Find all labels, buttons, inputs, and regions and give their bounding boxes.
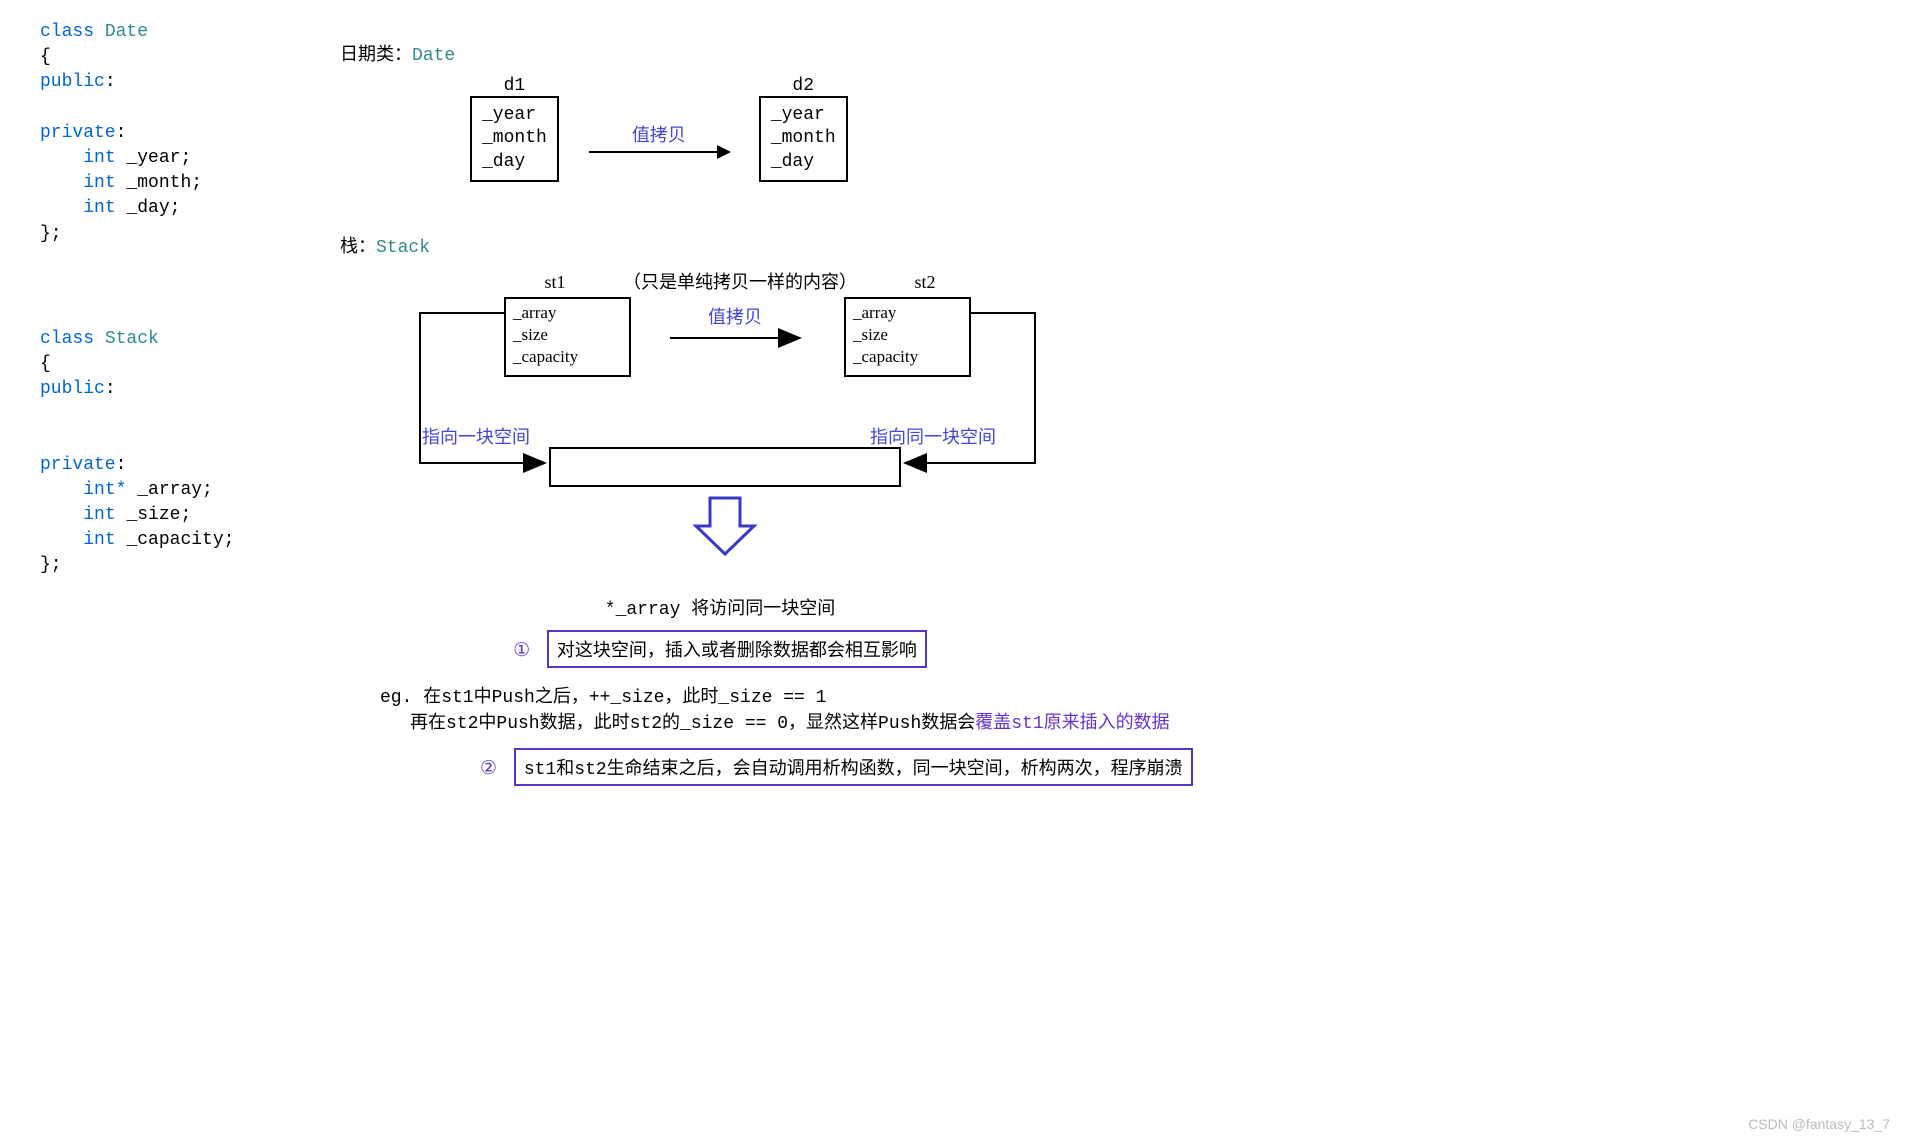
box-d2: _year _month _day <box>759 96 848 182</box>
example-line-2b: 覆盖st1原来插入的数据 <box>975 714 1169 734</box>
deref-text: *_array <box>605 600 681 620</box>
svg-text:_capacity: _capacity <box>512 347 579 366</box>
ptr-label-right: 指向同一块空间 <box>870 427 996 447</box>
diagram-date: d1 _year _month _day 值拷贝 d2 _year _month… <box>470 76 1870 182</box>
svg-text:_array: _array <box>512 303 557 322</box>
kw-class: class <box>40 22 94 42</box>
example-line-1: eg. 在st1中Push之后，++_size，此时_size == 1 <box>380 682 1870 708</box>
label-st1: st1 <box>544 272 565 292</box>
box-d1: _year _month _day <box>470 96 559 182</box>
example-line-2a: 再在st2中Push数据，此时st2的_size == 0，显然这样Push数据… <box>410 714 975 734</box>
diagram-stack: st1 （只是单纯拷贝一样的内容） st2 _array _size _capa… <box>340 268 1870 594</box>
ptr-label-left: 指向一块空间 <box>422 427 530 447</box>
arrow-icon <box>589 151 729 153</box>
deref-rest: 将访问同一块空间 <box>691 600 835 620</box>
number-2-icon: ② <box>480 758 497 780</box>
block-arrow-down-icon <box>696 498 754 554</box>
label-st2: st2 <box>914 272 935 292</box>
number-1-icon: ① <box>513 640 530 662</box>
class-name: Date <box>105 22 148 42</box>
code-stack: class Stack { public: private: int* _arr… <box>40 327 340 579</box>
heading-date: 日期类：Date <box>340 40 1870 66</box>
svg-text:_array: _array <box>852 303 897 322</box>
shared-memory-box <box>550 448 900 486</box>
svg-text:_size: _size <box>852 325 888 344</box>
consequence-2: st1和st2生命结束之后，会自动调用析构函数，同一块空间，析构两次，程序崩溃 <box>514 748 1193 786</box>
summary-block: *_array 将访问同一块空间 ① 对这块空间，插入或者删除数据都会相互影响 … <box>380 594 1870 786</box>
consequence-1: 对这块空间，插入或者删除数据都会相互影响 <box>547 630 927 668</box>
watermark: CSDN @fantasy_13_7 <box>1748 1116 1890 1132</box>
heading-stack: 栈：Stack <box>340 232 1870 258</box>
code-date: class Date { public: private: int _year;… <box>40 20 340 247</box>
svg-text:_size: _size <box>512 325 548 344</box>
arrow-label-date: 值拷贝 <box>559 121 759 147</box>
label-d1: d1 <box>470 76 559 96</box>
diagram-note: （只是单纯拷贝一样的内容） <box>623 272 857 292</box>
label-d2: d2 <box>759 76 848 96</box>
svg-text:_capacity: _capacity <box>852 347 919 366</box>
arrow-label-stack: 值拷贝 <box>708 307 762 327</box>
